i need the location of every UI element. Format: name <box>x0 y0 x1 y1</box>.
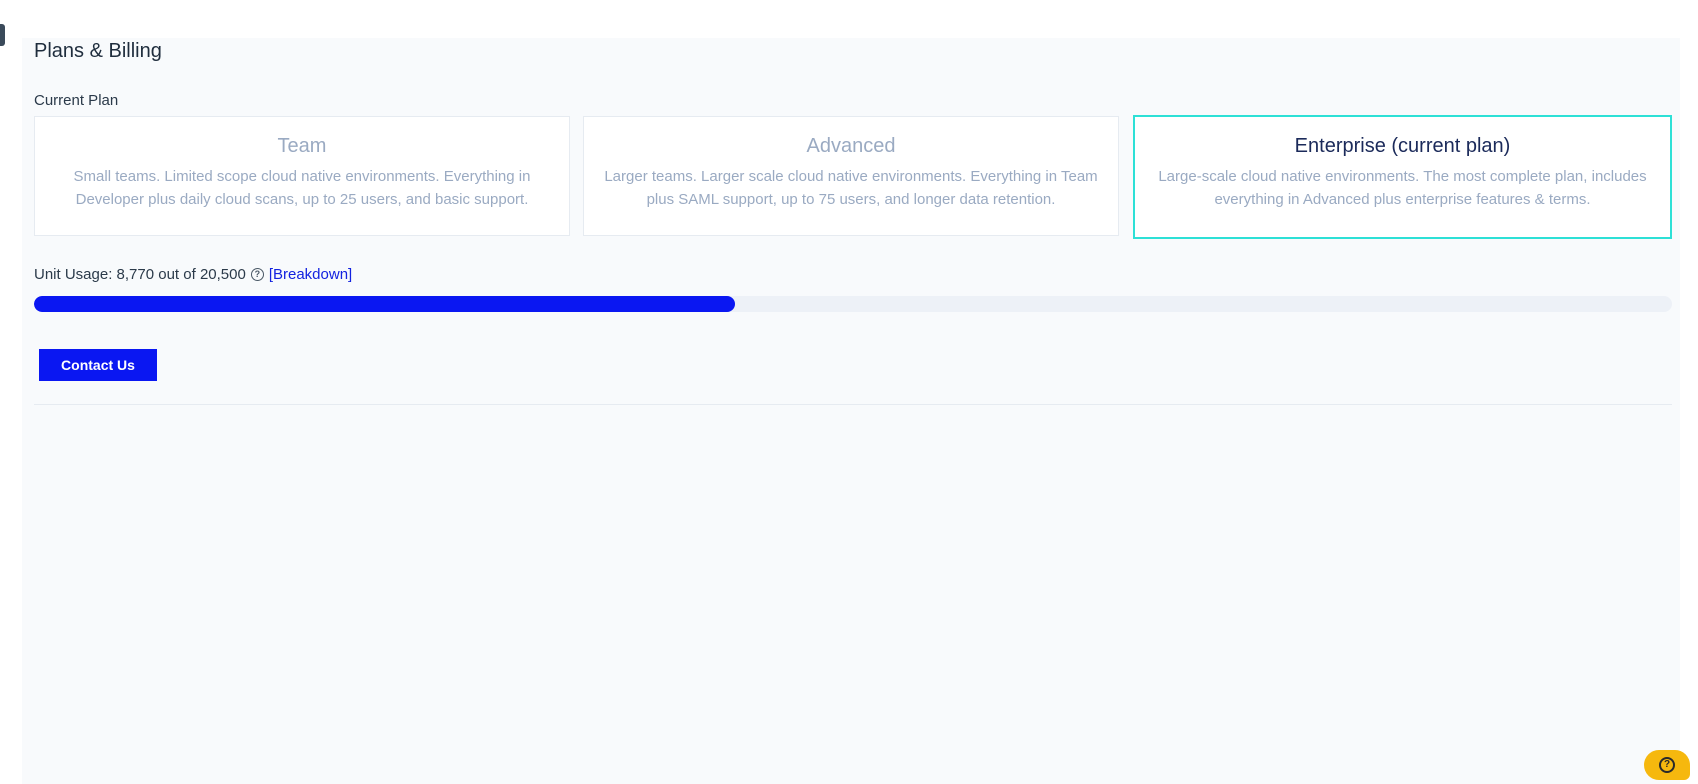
page-title: Plans & Billing <box>34 40 162 62</box>
contact-us-button[interactable]: Contact Us <box>39 349 157 381</box>
unit-usage: Unit Usage: 8,770 out of 20,500 ? [Break… <box>34 266 352 283</box>
plan-name: Team <box>277 135 327 157</box>
unit-usage-text: Unit Usage: 8,770 out of 20,500 <box>34 266 246 283</box>
plan-card-advanced[interactable]: Advanced Larger teams. Larger scale clou… <box>583 116 1119 236</box>
plan-description: Small teams. Limited scope cloud native … <box>73 168 531 208</box>
question-circle-icon: ? <box>1659 757 1675 773</box>
plan-name: Advanced <box>806 135 896 157</box>
divider <box>34 404 1672 405</box>
plan-card-team[interactable]: Team Small teams. Limited scope cloud na… <box>34 116 570 236</box>
help-widget-button[interactable]: ? <box>1644 750 1690 780</box>
side-panel-tab[interactable] <box>0 24 5 46</box>
plan-card-enterprise[interactable]: Enterprise (current plan) Large-scale cl… <box>1133 115 1672 239</box>
breakdown-link[interactable]: [Breakdown] <box>269 266 352 283</box>
plan-description: Larger teams. Larger scale cloud native … <box>604 168 1098 208</box>
usage-progress-bar <box>34 296 1672 312</box>
billing-panel: Plans & Billing Current Plan Team Small … <box>22 38 1680 784</box>
plan-cards: Team Small teams. Limited scope cloud na… <box>34 115 1672 240</box>
plan-description: Large-scale cloud native environments. T… <box>1158 168 1647 208</box>
plan-name: Enterprise (current plan) <box>1294 135 1511 157</box>
question-circle-icon[interactable]: ? <box>250 268 264 281</box>
current-plan-label: Current Plan <box>34 92 119 109</box>
usage-progress-fill <box>34 296 735 312</box>
